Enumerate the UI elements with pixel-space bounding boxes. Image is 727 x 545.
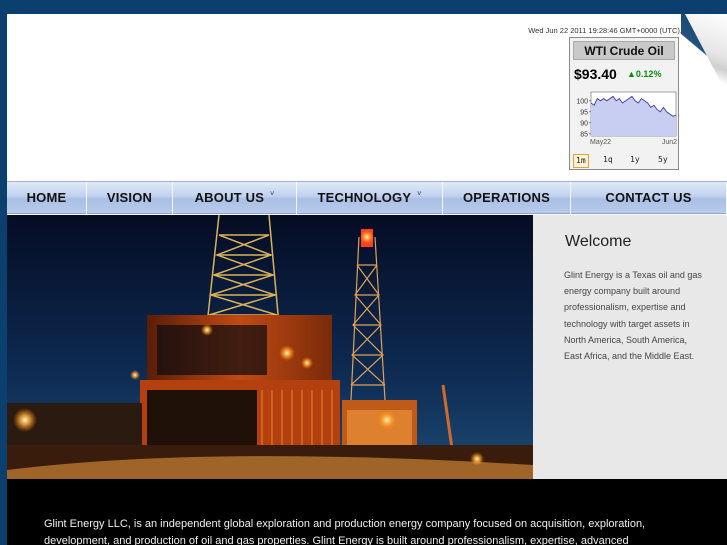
y-tick-label: 100 <box>576 98 588 105</box>
oil-price: $93.40 <box>574 66 617 82</box>
chevron-down-icon: ˅ <box>270 191 275 198</box>
about-text: Glint Energy LLC, is an independent glob… <box>44 518 646 545</box>
nav-item-operations[interactable]: OPERATIONS <box>443 182 571 214</box>
oil-change: ▲0.12% <box>627 69 661 79</box>
nav-item-home[interactable]: HOME <box>7 182 87 214</box>
oil-change-value: 0.12% <box>635 69 662 79</box>
period-button-1y[interactable]: 1y <box>628 154 642 166</box>
nav-item-technology[interactable]: TECHNOLOGY ˅ <box>297 182 443 214</box>
page: Wed Jun 22 2011 19:28:46 GMT+0000 (UTC).… <box>7 14 727 545</box>
period-button-1q[interactable]: 1q <box>601 154 615 166</box>
header: Wed Jun 22 2011 19:28:46 GMT+0000 (UTC).… <box>7 14 727 181</box>
datetime-text: Wed Jun 22 2011 19:28:46 GMT+0000 (UTC). <box>528 26 682 35</box>
y-tick-label: 95 <box>580 109 588 116</box>
drilling-rig-photo <box>7 215 533 479</box>
period-selector[interactable]: 1m 1q 1y 5y <box>573 154 677 168</box>
period-button-5y[interactable]: 5y <box>656 154 670 166</box>
welcome-title: Welcome <box>565 233 632 250</box>
chevron-down-icon: ˅ <box>417 191 422 198</box>
welcome-text: Glint Energy is a Texas oil and gas ener… <box>564 270 702 362</box>
welcome-panel: Welcome Glint Energy is a Texas oil and … <box>533 215 727 479</box>
nav-item-label: TECHNOLOGY <box>317 190 412 205</box>
nav-item-about-us[interactable]: ABOUT US ˅ <box>173 182 297 214</box>
arrow-up-icon: ▲ <box>627 69 636 79</box>
nav-item-contact-us[interactable]: CONTACT US <box>571 182 727 214</box>
nav-item-label: HOME <box>26 190 67 205</box>
x-tick-label: May22 <box>590 139 611 146</box>
main-nav: HOME VISION ABOUT US ˅ TECHNOLOGY ˅ OPERATIONS… <box>7 181 727 214</box>
hero-image <box>7 215 533 479</box>
oil-widget-title: WTI Crude Oil <box>573 41 675 60</box>
y-tick-label: 85 <box>580 131 588 138</box>
y-tick-label: 90 <box>580 120 588 127</box>
about-band: Glint Energy LLC, is an independent glob… <box>7 479 727 545</box>
oil-price-chart: 85 90 95 100 May22 Jun2 <box>576 91 677 146</box>
nav-item-label: VISION <box>106 190 153 205</box>
oil-price-widget[interactable]: WTI Crude Oil $93.40 ▲0.12% 85 90 95 100 May… <box>569 37 679 170</box>
nav-item-label: ABOUT US <box>194 190 265 205</box>
nav-item-label: OPERATIONS <box>463 190 550 205</box>
nav-item-label: CONTACT US <box>605 190 692 205</box>
nav-item-vision[interactable]: VISION <box>87 182 173 214</box>
period-button-1m[interactable]: 1m <box>573 154 589 168</box>
x-tick-label: Jun2 <box>662 139 677 146</box>
